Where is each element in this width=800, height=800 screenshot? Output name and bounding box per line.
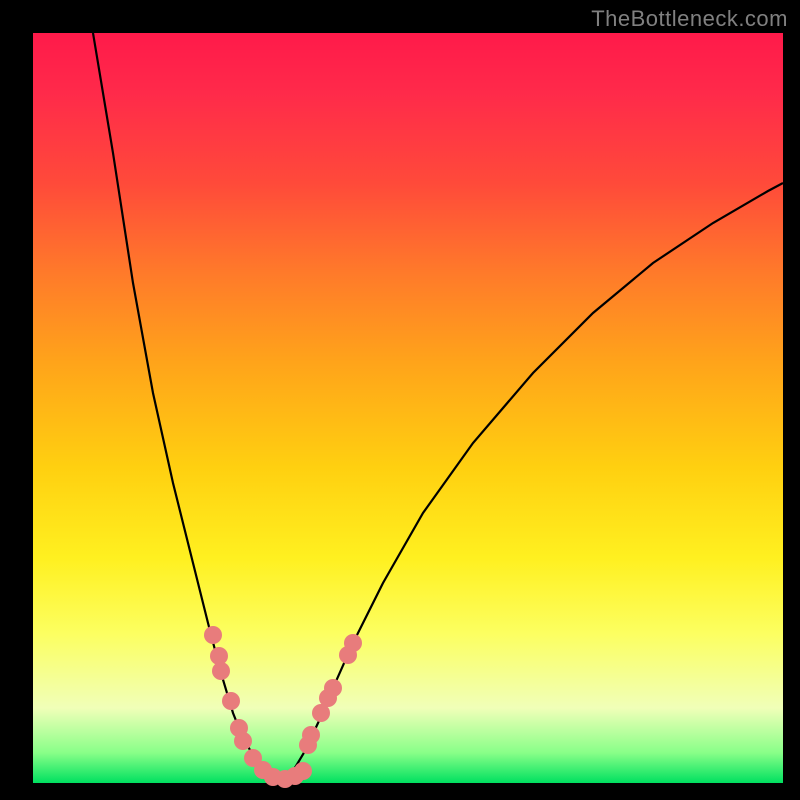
right-curve	[283, 183, 783, 781]
left-curve	[93, 33, 283, 781]
right-curve-dot	[344, 634, 362, 652]
left-curve-dot	[204, 626, 222, 644]
plot-area	[33, 33, 783, 783]
data-dots	[204, 626, 362, 788]
curve-layer	[33, 33, 783, 783]
left-curve-dot	[222, 692, 240, 710]
right-curve-dot	[312, 704, 330, 722]
left-curve-dot	[212, 662, 230, 680]
right-curve-dot	[299, 736, 317, 754]
watermark-text: TheBottleneck.com	[591, 6, 788, 32]
left-curve-dot	[234, 732, 252, 750]
chart-stage: TheBottleneck.com	[0, 0, 800, 800]
valley-dot	[294, 762, 312, 780]
